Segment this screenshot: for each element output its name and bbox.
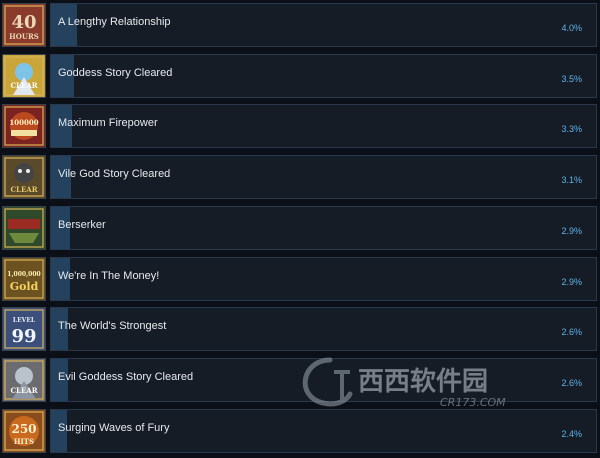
achievement-percent: 2.6% xyxy=(561,378,582,388)
svg-text:LEVEL: LEVEL xyxy=(13,317,36,324)
achievement-name: Evil Goddess Story Cleared xyxy=(58,371,194,383)
achievement-progress-bar: Goddess Story Cleared 3.5% xyxy=(50,54,597,98)
level-99-icon: LEVEL 99 xyxy=(2,307,46,351)
svg-text:40: 40 xyxy=(11,12,36,33)
achievement-percent: 3.3% xyxy=(561,124,582,134)
forty-hours-icon: 40 HOURS xyxy=(2,3,46,47)
achievement-progress-bar: Evil Goddess Story Cleared 2.6% xyxy=(50,358,597,402)
achievement-percent: 2.9% xyxy=(561,277,582,287)
achievement-percent: 2.6% xyxy=(561,327,582,337)
achievement-percent: 4.0% xyxy=(561,23,582,33)
vile-god-clear-icon: CLEAR xyxy=(2,155,46,199)
achievement-name: Maximum Firepower xyxy=(58,117,158,129)
svg-text:HITS: HITS xyxy=(14,437,34,446)
achievement-row[interactable]: LEVEL 99 The World's Strongest 2.6% xyxy=(0,305,600,353)
goddess-clear-icon: CLEAR xyxy=(2,54,46,98)
svg-text:1,000,000: 1,000,000 xyxy=(7,271,40,278)
achievement-stats-page: 40 HOURS A Lengthy Relationship 4.0% CLEAR Go… xyxy=(0,0,600,458)
achievement-percent: 3.1% xyxy=(561,175,582,185)
svg-text:CLEAR: CLEAR xyxy=(10,386,37,395)
achievement-progress-bar: Vile God Story Cleared 3.1% xyxy=(50,155,597,199)
achievement-row[interactable]: CLEAR Evil Goddess Story Cleared 2.6% xyxy=(0,356,600,404)
achievement-name: Surging Waves of Fury xyxy=(58,422,170,434)
achievement-row[interactable]: CLEAR Goddess Story Cleared 3.5% xyxy=(0,52,600,100)
achievement-percent: 2.9% xyxy=(561,226,582,236)
svg-text:250: 250 xyxy=(11,422,36,436)
svg-text:99: 99 xyxy=(11,326,36,347)
achievement-row[interactable]: 250 HITS Surging Waves of Fury 2.4% xyxy=(0,407,600,455)
svg-text:CLEAR: CLEAR xyxy=(10,81,37,90)
svg-text:CLEAR: CLEAR xyxy=(10,185,37,194)
achievement-name: We're In The Money! xyxy=(58,270,160,282)
achievement-progress-bar: Surging Waves of Fury 2.4% xyxy=(50,409,597,453)
berserker-icon xyxy=(2,206,46,250)
hundred-thousand-damage-icon: 100000 xyxy=(2,104,46,148)
achievement-row[interactable]: 100000 Maximum Firepower 3.3% xyxy=(0,102,600,150)
achievement-progress-bar: We're In The Money! 2.9% xyxy=(50,257,597,301)
achievement-progress-bar: Maximum Firepower 3.3% xyxy=(50,104,597,148)
surging-waves-icon: 250 HITS xyxy=(2,409,46,453)
svg-text:HOURS: HOURS xyxy=(9,32,39,41)
achievement-percent: 3.5% xyxy=(561,74,582,84)
evil-goddess-clear-icon: CLEAR xyxy=(2,358,46,402)
achievement-percent: 2.4% xyxy=(561,429,582,439)
svg-text:100000: 100000 xyxy=(9,118,38,127)
achievement-name: Goddess Story Cleared xyxy=(58,67,173,79)
achievement-row[interactable]: 1,000,000 Gold We're In The Money! 2.9% xyxy=(0,255,600,303)
achievement-progress-bar: Berserker 2.9% xyxy=(50,206,597,250)
gold-icon: 1,000,000 Gold xyxy=(2,257,46,301)
achievement-row[interactable]: 40 HOURS A Lengthy Relationship 4.0% xyxy=(0,1,600,49)
achievement-name: Vile God Story Cleared xyxy=(58,168,171,180)
achievement-row[interactable]: Berserker 2.9% xyxy=(0,204,600,252)
achievement-row[interactable]: CLEAR Vile God Story Cleared 3.1% xyxy=(0,153,600,201)
achievement-progress-bar: A Lengthy Relationship 4.0% xyxy=(50,3,597,47)
achievement-progress-bar: The World's Strongest 2.6% xyxy=(50,307,597,351)
achievement-name: Berserker xyxy=(58,219,106,231)
achievement-name: A Lengthy Relationship xyxy=(58,16,171,28)
svg-text:Gold: Gold xyxy=(10,280,39,293)
achievement-name: The World's Strongest xyxy=(58,320,167,332)
